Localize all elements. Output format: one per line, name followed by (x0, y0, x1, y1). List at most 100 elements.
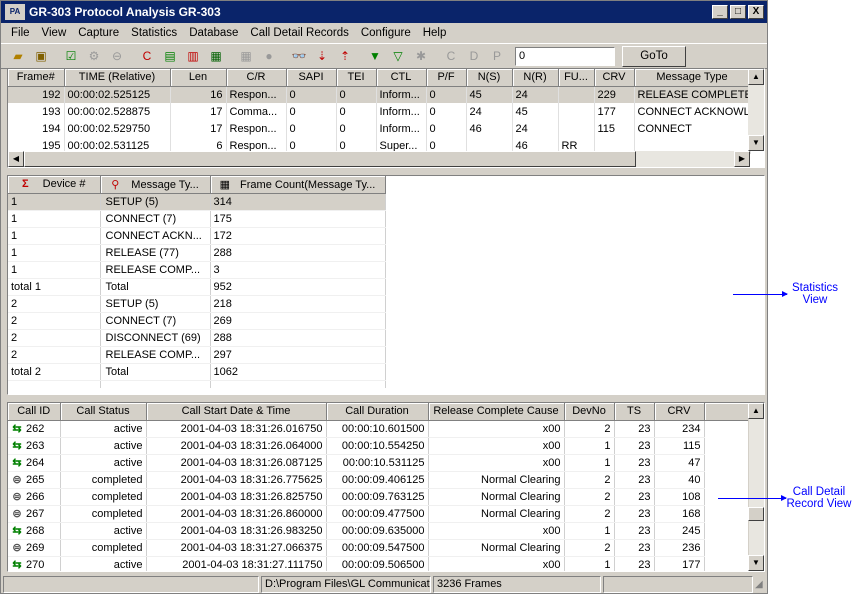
filter-icon[interactable]: ▽ (387, 46, 409, 66)
scroll-down-icon[interactable]: ▼ (748, 135, 764, 151)
frames-col-header[interactable]: Frame# (8, 69, 65, 87)
frames-col-header[interactable]: C/R (226, 69, 287, 87)
circle-icon[interactable]: ● (258, 46, 280, 66)
scroll-left-icon[interactable]: ◀ (8, 151, 24, 167)
stats-row[interactable]: total 1 Total 952 (8, 278, 386, 296)
cdr-row[interactable]: ⇆ 264 active 2001-04-03 18:31:26.087125 00:0… (8, 454, 750, 472)
cdr-row[interactable]: ⊜ 269 completed 2001-04-03 18:31:27.066375 0… (8, 539, 750, 557)
menu-database[interactable]: Database (183, 27, 244, 39)
stats-col-frame-count[interactable]: ▦ Frame Count(Message Ty... (210, 176, 386, 194)
settings-icon[interactable]: ⚙ (83, 46, 105, 66)
filter-set-icon[interactable]: ▼ (364, 46, 386, 66)
stats-row[interactable]: 1 CONNECT (7) 175 (8, 210, 386, 228)
menu-configure[interactable]: Configure (355, 27, 417, 39)
stop-icon[interactable]: ⊖ (106, 46, 128, 66)
frames-col-header[interactable]: P/F (426, 69, 467, 87)
cdr-cell: x00 (428, 522, 565, 540)
frame-row[interactable]: 192 00:00:02.525125 16 Respon... 0 0 Inform...… (8, 86, 751, 103)
frames-vertical-scrollbar[interactable]: ▲ ▼ (748, 69, 764, 151)
goto-button[interactable]: GoTo (622, 45, 686, 67)
stats-row[interactable]: 2 RELEASE COMP... 297 (8, 346, 386, 364)
scroll-right-icon[interactable]: ▶ (734, 151, 750, 167)
decode-pdu-icon[interactable]: P (486, 46, 508, 66)
frames-col-header[interactable]: TEI (336, 69, 377, 87)
decode-c-icon[interactable]: C (440, 46, 462, 66)
menu-call-detail-records[interactable]: Call Detail Records (244, 27, 354, 39)
cdr-vertical-scrollbar[interactable]: ▲ ▼ (748, 403, 764, 571)
frames-col-header[interactable]: Message Type (634, 69, 751, 87)
menu-capture[interactable]: Capture (72, 27, 125, 39)
status-frames: 3236 Frames (433, 576, 601, 593)
cdr-col-header[interactable]: Release Complete Cause (428, 403, 565, 421)
stats-row[interactable]: total 2 Total 1062 (8, 363, 386, 381)
scroll-down-icon[interactable]: ▼ (748, 555, 764, 571)
cdr-col-header[interactable]: Call Start Date & Time (146, 403, 327, 421)
lock-icon[interactable]: ▣ (30, 46, 52, 66)
cdr-col-header[interactable]: DevNo (564, 403, 615, 421)
frames-col-header[interactable]: Len (170, 69, 227, 87)
scroll-up-icon[interactable]: ▲ (748, 69, 764, 85)
menu-help[interactable]: Help (417, 27, 453, 39)
find-prev-icon[interactable]: ⇡ (334, 46, 356, 66)
stats-row[interactable]: 2 DISCONNECT (69) 288 (8, 329, 386, 347)
stats-row[interactable]: 1 SETUP (5) 314 (8, 193, 386, 211)
checklist-icon[interactable]: ☑ (60, 46, 82, 66)
find-next-icon[interactable]: ⇣ (311, 46, 333, 66)
open-folder-icon[interactable]: ▰ (7, 46, 29, 66)
pages-icon[interactable]: ▤ (159, 46, 181, 66)
frames-horizontal-scrollbar[interactable]: ◀ ▶ (8, 151, 750, 167)
scroll-thumb[interactable] (748, 507, 764, 521)
frames-col-header[interactable]: FU... (558, 69, 595, 87)
filter-clear-icon[interactable]: ✱ (410, 46, 432, 66)
load-icon[interactable]: ▥ (182, 46, 204, 66)
cdr-row[interactable]: ⇆ 268 active 2001-04-03 18:31:26.983250 00:0… (8, 522, 750, 540)
cdr-col-header[interactable]: Call Duration (326, 403, 429, 421)
frames-col-header[interactable]: N(R) (512, 69, 559, 87)
maximize-button[interactable]: □ (730, 5, 746, 19)
resize-grip-icon[interactable]: ◢ (755, 578, 769, 592)
cdr-row[interactable]: ⊜ 266 completed 2001-04-03 18:31:26.825750 0… (8, 488, 750, 506)
cdr-row[interactable]: ⊜ 265 completed 2001-04-03 18:31:26.775625 0… (8, 471, 750, 489)
minimize-button[interactable]: _ (712, 5, 728, 19)
save-icon[interactable]: ▦ (205, 46, 227, 66)
frames-col-header[interactable]: CTL (376, 69, 427, 87)
cdr-row[interactable]: ⇆ 270 active 2001-04-03 18:31:27.111750 00:0… (8, 556, 750, 571)
cdr-cell: 2 (564, 471, 615, 489)
cdr-col-header[interactable]: TS (614, 403, 655, 421)
cdr-row[interactable]: ⊜ 267 completed 2001-04-03 18:31:26.860000 0… (8, 505, 750, 523)
cdr-col-header[interactable]: Call ID (8, 403, 61, 421)
stats-col-message-type[interactable]: ⚲ Message Ty... (100, 176, 211, 194)
frames-col-header[interactable]: N(S) (466, 69, 513, 87)
capture-icon[interactable]: C (136, 46, 158, 66)
frame-row[interactable]: 193 00:00:02.528875 17 Comma... 0 0 Inform... 0… (8, 103, 751, 120)
cdr-col-header[interactable]: Call Status (60, 403, 147, 421)
frames-col-header[interactable]: CRV (594, 69, 635, 87)
goto-input[interactable]: 0 (515, 46, 615, 66)
binoculars-icon[interactable]: 👓 (288, 46, 310, 66)
grid-icon[interactable]: ▦ (235, 46, 257, 66)
stats-row[interactable]: 1 RELEASE COMP... 3 (8, 261, 386, 279)
stats-row[interactable]: 2 CONNECT (7) 269 (8, 312, 386, 330)
frame-row[interactable]: 194 00:00:02.529750 17 Respon... 0 0 Inform...… (8, 120, 751, 137)
scroll-thumb[interactable] (24, 151, 636, 167)
frame-cell: Inform... (376, 120, 427, 137)
stats-row[interactable]: 1 RELEASE (77) 288 (8, 244, 386, 262)
frames-col-header[interactable]: TIME (Relative) (64, 69, 171, 87)
stats-cell: 218 (210, 295, 386, 313)
frames-col-header[interactable]: SAPI (286, 69, 337, 87)
scroll-up-icon[interactable]: ▲ (748, 403, 764, 419)
decode-d-icon[interactable]: D (463, 46, 485, 66)
cdr-row[interactable]: ⇆ 262 active 2001-04-03 18:31:26.016750 00:0… (8, 420, 750, 438)
menu-statistics[interactable]: Statistics (125, 27, 183, 39)
frame-cell: 00:00:02.528875 (64, 103, 171, 120)
cdr-col-header[interactable]: CRV (654, 403, 705, 421)
stats-row[interactable]: 2 SETUP (5) 218 (8, 295, 386, 313)
menu-view[interactable]: View (36, 27, 73, 39)
stats-row[interactable]: 1 CONNECT ACKN... 172 (8, 227, 386, 245)
statistics-pane: Σ Device # ⚲ Message Ty... ▦ Frame Count(Me… (7, 175, 765, 395)
close-button[interactable]: X (748, 5, 764, 19)
cdr-row[interactable]: ⇆ 263 active 2001-04-03 18:31:26.064000 00:0… (8, 437, 750, 455)
stats-col-device[interactable]: Σ Device # (8, 176, 101, 194)
cdr-arrow (718, 495, 787, 501)
menu-file[interactable]: File (5, 27, 36, 39)
